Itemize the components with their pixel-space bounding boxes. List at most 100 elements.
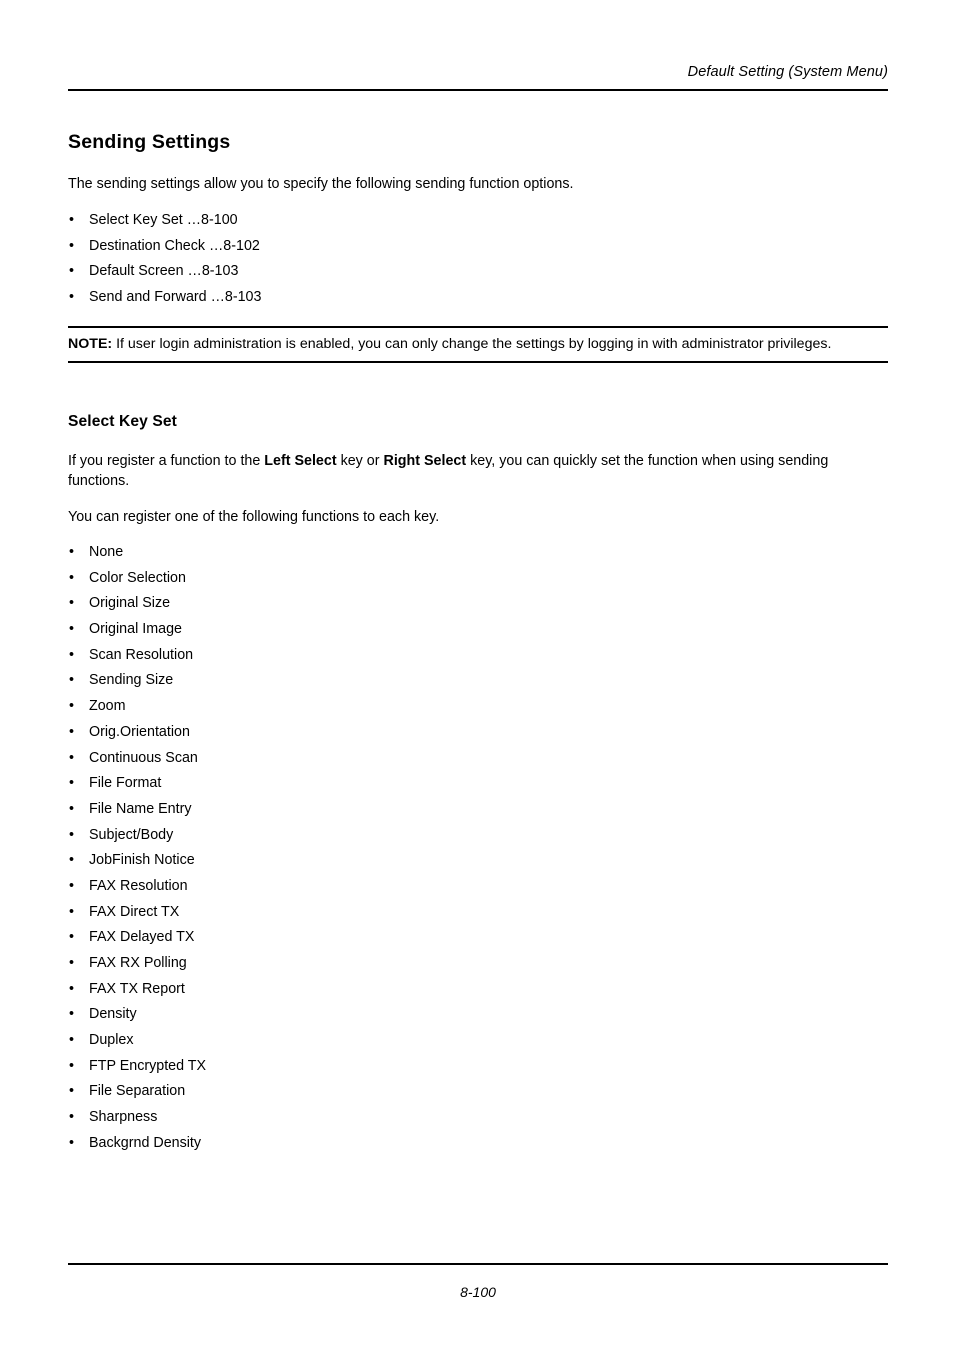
toc-bullet-item: • Send and Forward …8-103 xyxy=(68,285,261,311)
function-bullet-item: • JobFinish Notice xyxy=(68,848,206,874)
function-bullet-item: • File Separation xyxy=(68,1079,206,1105)
toc-bullet-label: Send and Forward …8-103 xyxy=(89,289,262,306)
note-body: NOTE: If user login administration is en… xyxy=(68,328,868,361)
function-bullet-list: • None • Color Selection • Original Size • Orig… xyxy=(68,540,206,1157)
function-bullet-item: • Original Size xyxy=(68,591,206,617)
section-paragraph-2: You can register one of the following fu… xyxy=(68,509,440,525)
function-bullet-label: JobFinish Notice xyxy=(89,852,195,869)
toc-bullet-label: Select Key Set …8-100 xyxy=(89,212,238,228)
bullet-icon: • xyxy=(69,749,75,766)
header-divider xyxy=(68,89,888,91)
bullet-icon: • xyxy=(69,723,75,740)
bullet-icon: • xyxy=(69,1032,75,1049)
function-bullet-label: Sharpness xyxy=(89,1109,158,1126)
bullet-icon: • xyxy=(69,903,75,920)
footer-divider xyxy=(68,1263,888,1265)
function-bullet-label: Orig.Orientation xyxy=(89,723,190,740)
function-bullet-label: Duplex xyxy=(89,1032,134,1049)
page-footer: 8-100 xyxy=(68,1283,888,1302)
function-bullet-label: FAX TX Report xyxy=(89,980,185,997)
function-bullet-label: Continuous Scan xyxy=(89,749,198,766)
function-bullet-item: • Scan Resolution xyxy=(68,643,206,669)
bullet-icon: • xyxy=(69,544,75,560)
function-bullet-item: • Duplex xyxy=(68,1028,206,1054)
function-bullet-item: • Subject/Body xyxy=(68,823,206,849)
running-header-text: Default Setting (System Menu) xyxy=(687,64,888,80)
function-bullet-label: FAX Direct TX xyxy=(89,903,180,920)
function-bullet-label: FTP Encrypted TX xyxy=(89,1057,207,1074)
function-bullet-label: Sending Size xyxy=(89,672,174,689)
function-bullet-item: • None xyxy=(68,540,206,566)
function-bullet-item: • Density xyxy=(68,1002,206,1028)
paragraph-text-part-2: key or xyxy=(336,453,384,469)
function-bullet-item: • FAX Direct TX xyxy=(68,900,206,926)
bullet-icon: • xyxy=(69,877,75,894)
toc-bullet-list: • Select Key Set …8-100 • Destination Check… xyxy=(68,208,261,311)
running-header: Default Setting (System Menu) xyxy=(68,62,888,82)
function-bullet-label: Color Selection xyxy=(89,569,186,586)
page-number: 8-100 xyxy=(460,1284,496,1300)
bullet-icon: • xyxy=(69,212,75,228)
bullet-icon: • xyxy=(69,955,75,971)
function-bullet-label: File Name Entry xyxy=(89,800,192,817)
section-title-select-key-set: Select Key Set xyxy=(68,413,177,430)
function-bullet-label: File Format xyxy=(89,775,162,792)
page-title: Sending Settings xyxy=(68,131,231,153)
note-label: NOTE: xyxy=(68,336,113,352)
bullet-icon: • xyxy=(69,1109,75,1126)
function-bullet-item: • Backgrnd Density xyxy=(68,1131,206,1157)
function-bullet-label: File Separation xyxy=(89,1083,186,1100)
function-bullet-item: • FTP Encrypted TX xyxy=(68,1054,206,1080)
section-paragraph-1: If you register a function to the Left S… xyxy=(68,452,868,491)
bullet-icon: • xyxy=(69,646,75,663)
function-bullet-item: • File Format xyxy=(68,771,206,797)
function-bullet-label: Zoom xyxy=(89,698,126,715)
function-bullet-item: • Color Selection xyxy=(68,566,206,592)
bullet-icon: • xyxy=(69,263,75,280)
bullet-icon: • xyxy=(69,775,75,792)
function-bullet-label: None xyxy=(89,544,124,560)
toc-bullet-item: • Select Key Set …8-100 xyxy=(68,208,261,234)
function-bullet-item: • Zoom xyxy=(68,694,206,720)
bullet-icon: • xyxy=(69,672,75,689)
function-bullet-label: Backgrnd Density xyxy=(89,1134,202,1151)
function-bullet-item: • FAX Delayed TX xyxy=(68,925,206,951)
bullet-icon: • xyxy=(69,1057,75,1074)
bullet-icon: • xyxy=(69,1083,75,1100)
bullet-icon: • xyxy=(69,237,75,254)
function-bullet-item: • Sharpness xyxy=(68,1105,206,1131)
function-bullet-item: • Orig.Orientation xyxy=(68,720,206,746)
function-bullet-label: Scan Resolution xyxy=(89,646,194,663)
function-bullet-item: • FAX Resolution xyxy=(68,874,206,900)
function-bullet-label: Subject/Body xyxy=(89,826,174,843)
function-bullet-label: FAX RX Polling xyxy=(89,955,187,971)
bullet-icon: • xyxy=(69,289,75,306)
bullet-icon: • xyxy=(69,826,75,843)
function-bullet-item: • Sending Size xyxy=(68,668,206,694)
note-text: If user login administration is enabled,… xyxy=(116,336,832,352)
bullet-icon: • xyxy=(69,852,75,869)
function-bullet-label: FAX Resolution xyxy=(89,877,188,894)
bullet-icon: • xyxy=(69,1134,75,1151)
function-bullet-label: Original Size xyxy=(89,595,171,612)
left-select-key-name: Left Select xyxy=(264,453,337,469)
function-bullet-item: • FAX TX Report xyxy=(68,977,206,1003)
bullet-icon: • xyxy=(69,800,75,817)
function-bullet-item: • FAX RX Polling xyxy=(68,951,206,977)
bullet-icon: • xyxy=(69,1006,75,1023)
bullet-icon: • xyxy=(69,929,75,946)
toc-bullet-item: • Destination Check …8-102 xyxy=(68,234,261,260)
function-bullet-label: Original Image xyxy=(89,621,182,638)
note-callout: NOTE: If user login administration is en… xyxy=(68,326,888,363)
right-select-key-name: Right Select xyxy=(383,453,467,469)
function-bullet-item: • Original Image xyxy=(68,617,206,643)
bullet-icon: • xyxy=(69,980,75,997)
function-bullet-label: FAX Delayed TX xyxy=(89,929,195,946)
function-bullet-label: Density xyxy=(89,1006,137,1023)
intro-paragraph: The sending settings allow you to specif… xyxy=(68,176,574,192)
toc-bullet-item: • Default Screen …8-103 xyxy=(68,259,261,285)
toc-bullet-label: Default Screen …8-103 xyxy=(89,263,239,280)
bullet-icon: • xyxy=(69,569,75,586)
document-page: Default Setting (System Menu) Sending Se… xyxy=(0,0,954,1350)
bullet-icon: • xyxy=(69,621,75,638)
